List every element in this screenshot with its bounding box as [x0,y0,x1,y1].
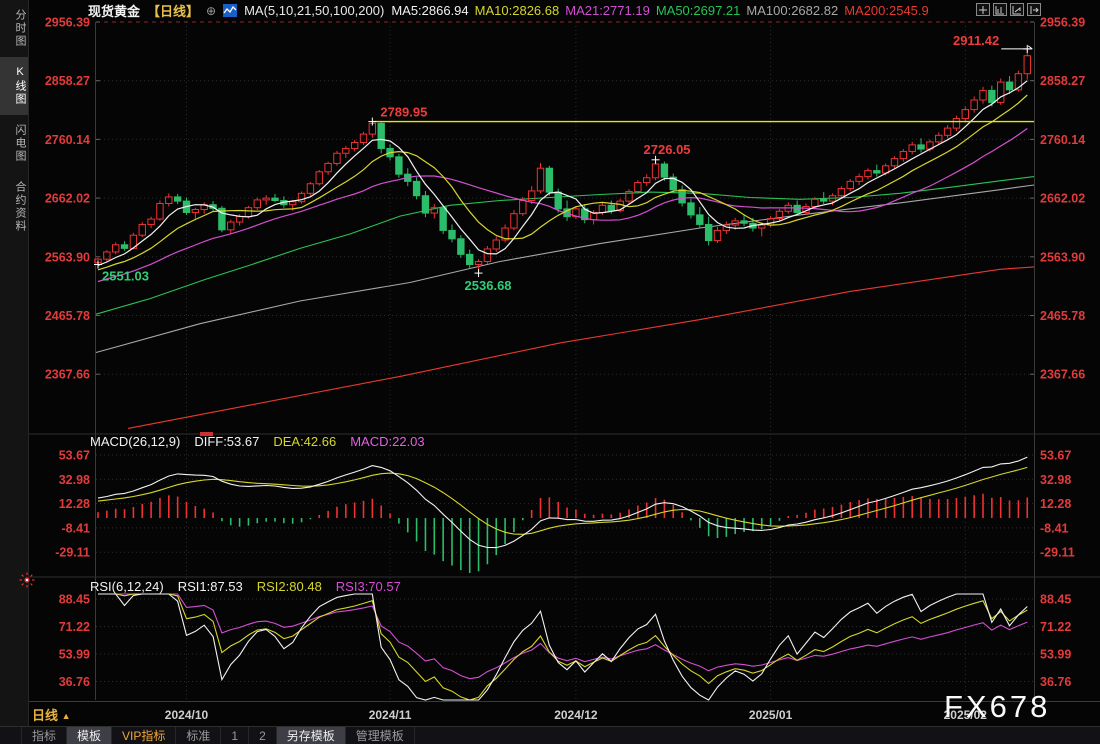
window-control-icons [976,3,1041,16]
toolbar-item[interactable]: 另存模板 [277,727,346,744]
macd-axis-label: 53.67 [1040,449,1071,463]
price-axis-label: 2956.39 [1040,16,1085,30]
ma-value-label: MA5:2866.94 [391,3,468,18]
app-window: 分时图K线图闪电图合约资料 现货黄金 【日线】 ⊕ MA(5,10,21,50,… [0,0,1100,744]
rsi-panel [98,594,1027,700]
rsi-axis-label: 71.22 [59,620,90,634]
rsi-axis-label: 71.22 [1040,620,1071,634]
period-selector[interactable]: 日线 ▲ [32,705,71,724]
gridlines [28,22,1100,702]
price-axis-label: 2465.78 [1040,309,1085,323]
indicator-value-label: MACD:22.03 [350,434,424,449]
crosshair-icon[interactable] [976,3,990,16]
fx678-watermark: FX678 [944,689,1050,725]
macd-axis-label: 32.98 [1040,473,1071,487]
rsi-title: RSI(6,12,24) [90,579,164,594]
chart-type-icon[interactable] [223,4,237,17]
price-axis-label: 2465.78 [45,309,90,323]
rsi-axis-label: 53.99 [1040,648,1071,662]
price-annotation: 2911.42 [953,33,999,48]
price-axis-label: 2858.27 [45,74,90,88]
ma-value-label: MA50:2697.21 [656,3,741,18]
price-axis-label: 2367.66 [45,368,90,382]
price-axis-label: 2563.90 [45,250,90,264]
period-selector-label: 日线 [32,708,58,723]
date-axis-label: 2025/01 [749,708,793,722]
rsi-axis-label: 36.76 [59,675,90,689]
macd-values: DIFF:53.67 DEA:42.66 MACD:22.03 [194,434,438,449]
date-axis-label: 2024/11 [369,708,412,722]
rsi-axis-label: 88.45 [59,593,90,607]
macd-axis-label: 53.67 [59,449,90,463]
symbol-title: 现货黄金 [88,1,140,20]
macd-axis-label: 32.98 [59,473,90,487]
ma-values: MA5:2866.94 MA10:2826.68 MA21:2771.19 MA50:… [391,2,934,20]
chart-canvas[interactable]: 2551.03 2789.95 2536.68 2726.05 2911.42 2024/… [28,0,1100,727]
bottom-toolbar: 指标模板VIP指标标准12另存模板管理模板 [0,726,1100,744]
rsi-axis-label: 53.99 [59,648,90,662]
indicator-value-label: RSI3:70.57 [336,579,401,594]
price-axis-label: 2956.39 [45,16,90,30]
price-axis-label: 2662.02 [1040,192,1085,206]
price-annotation: 2726.05 [644,142,691,157]
sidebar-tab[interactable]: 合约资料 [0,172,28,242]
indicator-value-label: DIFF:53.67 [194,434,259,449]
indicator-value-label: RSI2:80.48 [257,579,322,594]
indicator-value-label: DEA:42.66 [273,434,336,449]
rsi-axis-label: 88.45 [1040,593,1071,607]
ma-value-label: MA200:2545.9 [844,3,929,18]
toolbar-item[interactable]: VIP指标 [112,727,176,744]
price-axis-label: 2760.14 [45,133,90,147]
price-annotation: 2536.68 [465,278,512,293]
ma-value-label: MA21:2771.19 [565,3,650,18]
ma-value-label: MA100:2682.82 [746,3,838,18]
ma-settings-label: MA(5,10,21,50,100,200) [244,3,384,18]
sidebar-tab[interactable]: 闪电图 [0,115,28,172]
sidebar-tab[interactable]: K线图 [0,57,28,115]
macd-axis-label: 12.28 [59,497,90,511]
macd-title: MACD(26,12,9) [90,434,180,449]
period-bracket-label: 【日线】 [147,1,199,20]
rsi-axis-label: 36.76 [1040,675,1071,689]
toolbar-item[interactable]: 标准 [176,727,221,744]
price-axis-label: 2760.14 [1040,133,1085,147]
toolbar-item[interactable]: 管理模板 [346,727,415,744]
pan-right-icon[interactable] [1027,3,1041,16]
date-axis-label: 2024/12 [554,708,598,722]
toolbar-item[interactable]: 1 [221,727,249,744]
price-annotation: 2551.03 [102,269,149,284]
triangle-up-icon: ▲ [62,711,71,721]
indicator-value-label: RSI1:87.53 [178,579,243,594]
price-annotation: 2789.95 [380,105,427,120]
axis-scale-icon[interactable] [1010,3,1024,16]
price-axis-label: 2662.02 [45,192,90,206]
sidebar: 分时图K线图闪电图合约资料 [0,0,29,727]
sidebar-tab[interactable]: 分时图 [0,0,28,57]
toolbar-item[interactable]: 2 [249,727,277,744]
macd-panel [98,457,1027,573]
toolbar-item[interactable]: 模板 [67,727,112,744]
circle-plus-icon[interactable]: ⊕ [206,4,216,18]
rsi-values: RSI1:87.53 RSI2:80.48 RSI3:70.57 [178,579,415,594]
chart-header: 现货黄金 【日线】 ⊕ MA(5,10,21,50,100,200) MA5:2… [88,0,935,21]
macd-axis-label: -29.11 [1040,546,1075,560]
macd-axis-label: -29.11 [55,546,90,560]
macd-axis-label: -8.41 [1040,521,1069,535]
macd-axis-label: -8.41 [62,521,91,535]
price-axis-label: 2858.27 [1040,74,1085,88]
toolbar-item[interactable]: 指标 [21,727,67,744]
macd-label-row: MACD(26,12,9) DIFF:53.67 DEA:42.66 MACD:22… [90,434,439,449]
indicator-settings-icon[interactable] [19,572,35,588]
price-axis-label: 2563.90 [1040,250,1085,264]
axis-fit-icon[interactable] [993,3,1007,16]
rsi-label-row: RSI(6,12,24) RSI1:87.53 RSI2:80.48 RSI3:70… [90,579,415,594]
main-price-chart: 2551.03 2789.95 2536.68 2726.05 2911.42 [94,33,1034,428]
date-axis-label: 2024/10 [165,708,209,722]
price-axis-label: 2367.66 [1040,368,1085,382]
macd-axis-label: 12.28 [1040,497,1071,511]
ma-value-label: MA10:2826.68 [475,3,560,18]
